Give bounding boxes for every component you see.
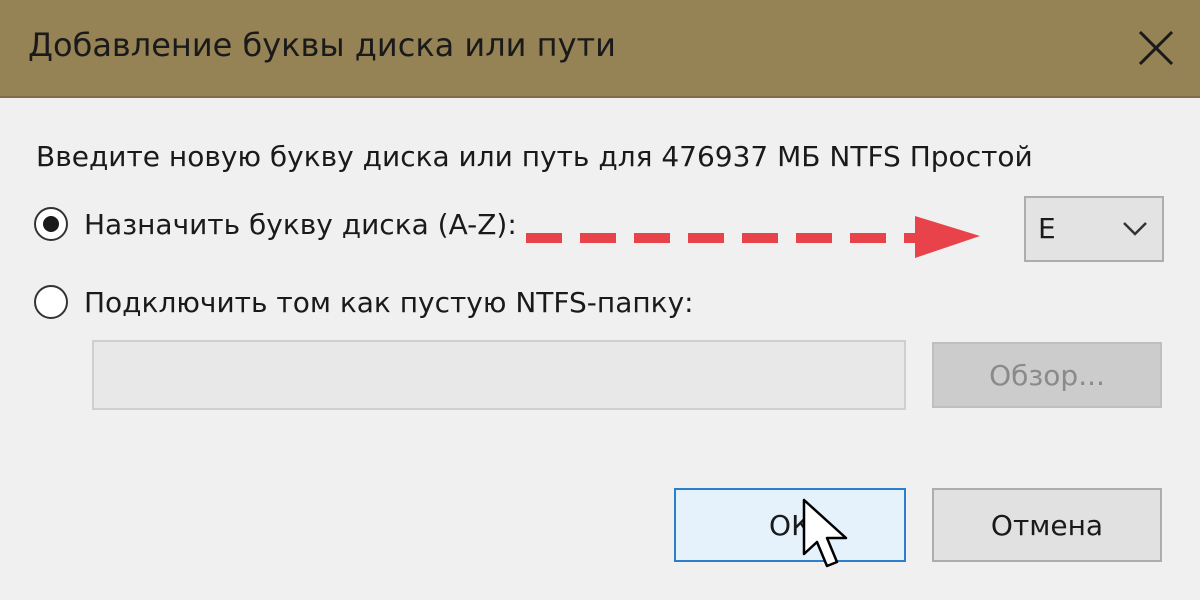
folder-path-input bbox=[92, 340, 906, 410]
cancel-button-label: Отмена bbox=[990, 508, 1104, 542]
mount-folder-label: Подключить том как пустую NTFS-папку: bbox=[84, 285, 694, 319]
ok-button[interactable]: ОК bbox=[674, 488, 906, 562]
drive-letter-value: E bbox=[1038, 212, 1056, 245]
chevron-down-icon bbox=[1123, 222, 1147, 236]
browse-button: Обзор... bbox=[932, 342, 1162, 408]
assign-letter-option[interactable]: Назначить букву диска (A-Z): bbox=[34, 204, 517, 244]
window-title: Добавление буквы диска или пути bbox=[28, 26, 616, 64]
browse-button-label: Обзор... bbox=[989, 358, 1105, 392]
assign-letter-label: Назначить букву диска (A-Z): bbox=[84, 207, 517, 241]
title-bar: Добавление буквы диска или пути bbox=[0, 0, 1200, 98]
mount-folder-radio[interactable] bbox=[34, 285, 68, 319]
dialog-description: Введите новую букву диска или путь для 4… bbox=[36, 140, 1033, 173]
cancel-button[interactable]: Отмена bbox=[932, 488, 1162, 562]
drive-letter-select[interactable]: E bbox=[1024, 196, 1164, 262]
close-button[interactable] bbox=[1120, 14, 1190, 82]
drive-letter-dialog: Добавление буквы диска или пути Введите … bbox=[0, 0, 1200, 600]
mount-folder-option[interactable]: Подключить том как пустую NTFS-папку: bbox=[34, 282, 694, 322]
mouse-pointer-icon bbox=[802, 498, 848, 568]
assign-letter-radio[interactable] bbox=[34, 207, 68, 241]
dashed-arrow-icon bbox=[526, 216, 980, 258]
close-icon bbox=[1138, 30, 1174, 66]
